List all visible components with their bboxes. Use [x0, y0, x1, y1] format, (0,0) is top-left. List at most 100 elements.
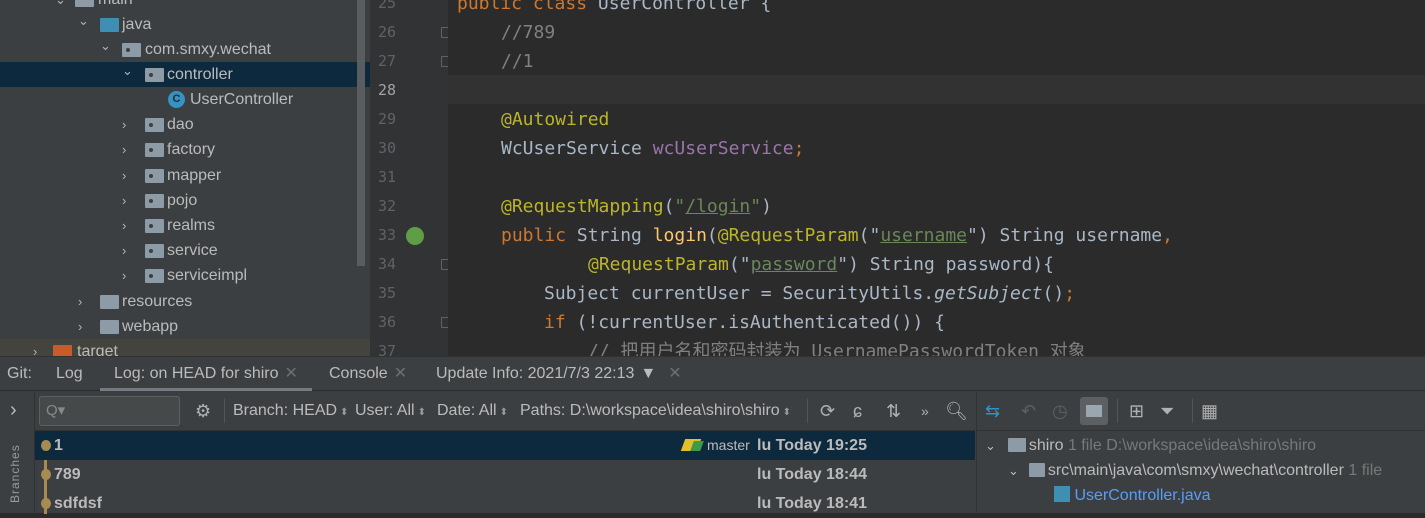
package-icon — [145, 143, 164, 157]
editor-gutter: 25 26 27 28 29 30 31 32 33 34 35 36 37 — [370, 0, 451, 360]
chevron-right-icon[interactable]: › — [122, 263, 126, 288]
tree-item-realms[interactable]: › realms — [0, 213, 370, 238]
class-icon: C — [168, 91, 185, 108]
commit-row[interactable]: sdfdsf lu Today 18:41 — [35, 489, 975, 518]
chevron-right-icon[interactable]: › — [78, 314, 82, 339]
chevron-down-icon[interactable]: ⌄ — [100, 33, 111, 58]
branches-toggle[interactable]: Branches — [8, 444, 22, 503]
current-line-highlight — [448, 75, 1425, 104]
folder-icon — [1029, 463, 1046, 477]
code-line: //1 — [501, 51, 534, 72]
commit-row[interactable]: 789 lu Today 18:44 — [35, 460, 975, 489]
tree-item-factory[interactable]: › factory — [0, 137, 370, 162]
tab-log-head[interactable]: Log: on HEAD for shiro ✕ — [100, 357, 312, 391]
branch-filter[interactable]: Branch: HEAD ⬍ — [233, 391, 348, 433]
line-number: 34 — [378, 255, 397, 273]
changes-directory[interactable]: ⌄ src\main\java\com\smxy\wechat\controll… — [1008, 458, 1382, 483]
tab-update-info[interactable]: Update Info: 2021/7/3 22:13 ▼ ✕ — [436, 357, 682, 391]
folder-icon — [53, 345, 72, 356]
code-editor[interactable]: public class UserController { //789 //1 … — [448, 0, 1425, 356]
date-filter[interactable]: Date: All ⬍ — [437, 391, 508, 433]
tree-item-main[interactable]: ⌄main — [0, 0, 370, 12]
close-icon[interactable]: ✕ — [394, 365, 407, 382]
close-icon[interactable]: ✕ — [285, 365, 298, 382]
changes-toolbar: ⇆ ↶ ◷ ⊞ ⏷ ▦ — [977, 391, 1425, 431]
chevron-right-icon[interactable]: › — [10, 399, 17, 422]
tree-item-webapp[interactable]: › webapp — [0, 314, 370, 339]
chevron-right-icon[interactable]: › — [122, 163, 126, 188]
changes-root[interactable]: ⌄ shiro 1 file D:\workspace\idea\shiro\s… — [985, 433, 1316, 458]
chevron-right-icon[interactable]: › — [33, 339, 37, 356]
package-icon — [145, 219, 164, 233]
tree-item-usercontroller[interactable]: C UserController — [0, 87, 370, 112]
tree-scrollbar[interactable] — [357, 0, 365, 266]
tab-log[interactable]: Log — [56, 357, 83, 391]
line-number: 31 — [378, 168, 397, 186]
tool-window-tabs: Git: Log Log: on HEAD for shiro ✕ Console… — [0, 357, 1425, 391]
changed-files-panel: ⇆ ↶ ◷ ⊞ ⏷ ▦ ⌄ shiro 1 file D:\workspace\… — [976, 391, 1425, 514]
layout-icon[interactable]: ⊞ — [1129, 391, 1144, 431]
line-number: 29 — [378, 110, 397, 128]
tree-item-mapper[interactable]: › mapper — [0, 163, 370, 188]
tree-item-serviceimpl[interactable]: › serviceimpl — [0, 263, 370, 288]
search-input[interactable]: Q▾ — [39, 396, 180, 426]
chevron-right-icon[interactable]: › — [122, 137, 126, 162]
commit-node — [41, 498, 51, 509]
package-icon — [145, 194, 164, 208]
chevron-right-icon[interactable]: › — [78, 289, 82, 314]
code-line: public String login(@RequestParam("usern… — [501, 225, 1173, 246]
line-number: 36 — [378, 313, 397, 331]
tree-item-controller[interactable]: ⌄ controller — [0, 62, 370, 87]
filter-icon[interactable]: ⏷ — [1160, 391, 1174, 431]
line-number: 28 — [378, 81, 397, 99]
git-tool-window: Git: Log Log: on HEAD for shiro ✕ Console… — [0, 356, 1425, 514]
search-icon[interactable]: 🔍︎ — [945, 391, 968, 431]
line-number: 35 — [378, 284, 397, 302]
changed-file[interactable]: UserController.java — [1054, 483, 1211, 508]
more-icon[interactable]: » — [921, 391, 929, 431]
cherry-pick-icon[interactable]: ɕ — [853, 391, 862, 431]
sort-icon[interactable]: ⇅ — [886, 391, 901, 431]
spring-endpoint-icon[interactable] — [406, 227, 424, 245]
chevron-down-icon[interactable]: ⌄ — [78, 8, 89, 33]
tree-item-java[interactable]: ⌄ java — [0, 12, 370, 37]
chevron-right-icon[interactable]: › — [122, 238, 126, 263]
close-icon[interactable]: ✕ — [668, 365, 681, 382]
code-line: @RequestParam("password") String passwor… — [588, 254, 1055, 275]
chevron-right-icon[interactable]: › — [122, 213, 126, 238]
line-number: 33 — [378, 226, 397, 244]
refresh-icon[interactable]: ⟳ — [820, 391, 835, 431]
tree-item-target[interactable]: › target — [0, 339, 370, 356]
package-icon — [145, 68, 164, 82]
tree-item-resources[interactable]: › resources — [0, 289, 370, 314]
commit-row[interactable]: 1 master lu Today 19:25 — [35, 431, 975, 460]
paths-filter[interactable]: Paths: D:\workspace\idea\shiro\shiro ⬍ — [520, 391, 791, 433]
tree-item-pojo[interactable]: › pojo — [0, 188, 370, 213]
user-filter[interactable]: User: All ⬍ — [355, 391, 426, 433]
git-label: Git: — [7, 365, 32, 382]
project-tree: ⌄main ⌄java ⌄com.smxy.wechat ⌄controller… — [0, 0, 370, 356]
java-file-icon — [1054, 486, 1070, 502]
package-icon — [122, 43, 141, 57]
tree-item-service[interactable]: › service — [0, 238, 370, 263]
module-folder-icon — [1008, 438, 1027, 452]
group-by-directory-button[interactable] — [1080, 397, 1108, 425]
line-number: 25 — [378, 0, 397, 12]
line-number: 32 — [378, 197, 397, 215]
package-icon — [145, 244, 164, 258]
chevron-down-icon[interactable]: ⌄ — [122, 58, 133, 83]
tree-item-package[interactable]: ⌄ com.smxy.wechat — [0, 37, 370, 62]
tree-item-dao[interactable]: › dao — [0, 112, 370, 137]
chevron-right-icon[interactable]: › — [122, 188, 126, 213]
diff-icon[interactable]: ⇆ — [985, 391, 1000, 431]
tab-console[interactable]: Console ✕ — [329, 357, 407, 391]
gear-icon[interactable]: ⚙ — [195, 391, 211, 431]
view-options-icon[interactable]: ▦ — [1201, 391, 1218, 431]
chevron-right-icon[interactable]: › — [122, 112, 126, 137]
code-line: if (!currentUser.isAuthenticated()) { — [544, 312, 945, 333]
code-line: @RequestMapping("/login") — [501, 196, 772, 217]
revert-icon[interactable]: ↶ — [1021, 391, 1036, 431]
history-icon[interactable]: ◷ — [1052, 391, 1068, 431]
dropdown-arrow-icon[interactable]: ▼ — [640, 365, 656, 382]
commit-node — [41, 469, 51, 480]
